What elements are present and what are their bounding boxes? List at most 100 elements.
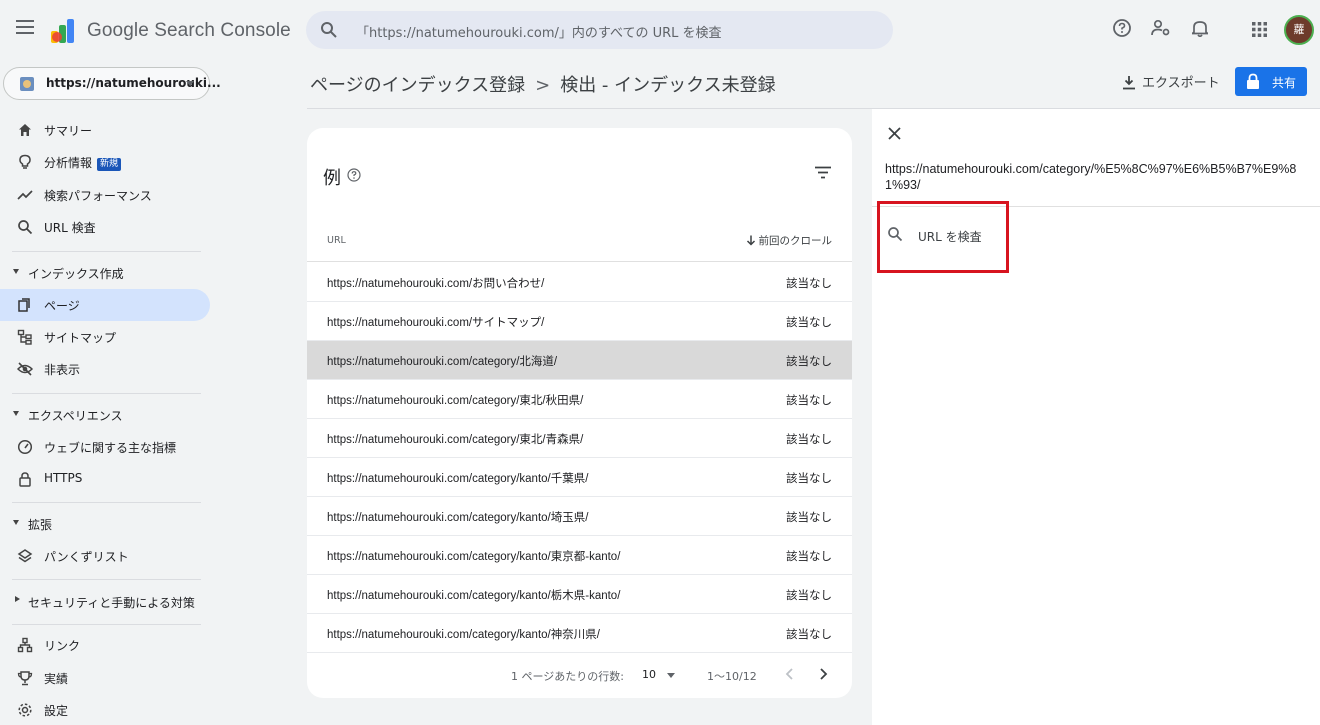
sidebar-section-enhancements[interactable]: 拡張 (0, 512, 210, 536)
table-row[interactable]: https://natumehourouki.com/category/kant… (307, 536, 852, 575)
rows-per-page-label: 1 ページあたりの行数: (511, 670, 624, 683)
row-crawl: 該当なし (786, 276, 832, 290)
row-url: https://natumehourouki.com/category/kant… (327, 512, 589, 524)
row-url: https://natumehourouki.com/category/kant… (327, 551, 621, 563)
home-icon (19, 124, 31, 136)
sidebar-item-label: パンくずリスト (44, 550, 129, 564)
column-last-crawl[interactable]: 前回のクロール (746, 233, 832, 248)
sidebar-item-insights[interactable]: 分析情報 新規 (0, 146, 210, 178)
close-icon[interactable] (888, 127, 901, 140)
search-icon (321, 22, 337, 38)
sitemap-icon (17, 329, 32, 345)
page-range: 1～10/12 (707, 670, 757, 683)
row-url: https://natumehourouki.com/category/東北/青… (327, 434, 584, 446)
sidebar-divider (12, 502, 201, 503)
search-console-logo-icon (51, 19, 74, 43)
hidden-eye-icon (17, 362, 33, 376)
pagination: 1 ページあたりの行数: 10 1～10/12 (307, 660, 852, 690)
property-selector[interactable]: https://natumehourouki... (3, 67, 221, 100)
column-url[interactable]: URL (327, 235, 346, 246)
sidebar-item-label: 検索パフォーマンス (44, 189, 152, 203)
sidebar-item-https[interactable]: HTTPS (0, 463, 210, 495)
table-row[interactable]: https://natumehourouki.com/お問い合わせ/該当なし (307, 263, 852, 302)
sidebar-item-breadcrumbs[interactable]: パンくずリスト (0, 540, 210, 572)
chevron-down-icon[interactable] (667, 673, 675, 678)
table-row[interactable]: https://natumehourouki.com/category/kant… (307, 614, 852, 653)
table-row[interactable]: https://natumehourouki.com/category/kant… (307, 458, 852, 497)
expand-arrow-icon (13, 520, 19, 525)
sidebar-item-label: 実績 (44, 672, 69, 686)
account-avatar[interactable]: 蘿 (1284, 15, 1314, 45)
chevron-left-icon[interactable] (785, 667, 795, 681)
search-placeholder: 「https://natumehourouki.com/」内のすべての URL … (356, 26, 722, 41)
chevron-right-icon[interactable] (818, 667, 828, 681)
manage-users-icon[interactable] (1151, 19, 1171, 37)
table-row[interactable]: https://natumehourouki.com/category/kant… (307, 575, 852, 614)
sidebar-item-summary[interactable]: サマリー (0, 114, 210, 146)
table-row[interactable]: https://natumehourouki.com/category/東北/青… (307, 419, 852, 458)
sidebar-item-sitemaps[interactable]: サイトマップ (0, 321, 210, 353)
inspect-url-button[interactable]: URL を検査 (877, 201, 1009, 273)
filter-icon[interactable] (815, 166, 831, 179)
section-label: セキュリティと手動による対策 (28, 596, 195, 610)
sidebar-item-label: HTTPS (44, 471, 83, 485)
sidebar-item-url-inspection[interactable]: URL 検査 (0, 211, 210, 243)
lightbulb-icon (19, 154, 31, 169)
url-inspect-search-bar[interactable]: 「https://natumehourouki.com/」内のすべての URL … (306, 11, 893, 49)
trophy-icon (17, 671, 33, 686)
table-row[interactable]: https://natumehourouki.com/サイトマップ/該当なし (307, 302, 852, 341)
row-url: https://natumehourouki.com/category/東北/秋… (327, 395, 584, 407)
breadcrumb: ページのインデックス登録 > 検出 - インデックス未登録 (310, 71, 776, 97)
inspect-url-label: URL を検査 (918, 230, 982, 244)
gear-icon (18, 703, 32, 717)
row-crawl: 該当なし (786, 627, 832, 641)
row-url: https://natumehourouki.com/お問い合わせ/ (327, 278, 545, 290)
section-label: エクスペリエンス (28, 409, 123, 423)
sidebar-item-label: ウェブに関する主な指標 (44, 441, 177, 455)
table-row-selected[interactable]: https://natumehourouki.com/category/北海道/… (307, 341, 852, 380)
export-button[interactable]: エクスポート (1122, 72, 1220, 91)
table-header: URL 前回のクロール (307, 224, 852, 262)
sidebar-divider (12, 579, 201, 580)
sidebar-section-indexing[interactable]: インデックス作成 (0, 261, 210, 285)
row-url: https://natumehourouki.com/サイトマップ/ (327, 317, 545, 329)
sidebar-section-experience[interactable]: エクスペリエンス (0, 403, 210, 427)
row-crawl: 該当なし (786, 549, 832, 563)
table-row[interactable]: https://natumehourouki.com/category/東北/秋… (307, 380, 852, 419)
new-badge: 新規 (97, 158, 122, 171)
row-url: https://natumehourouki.com/category/kant… (327, 473, 589, 485)
lock-icon (19, 472, 31, 487)
sidebar-item-links[interactable]: リンク (0, 629, 210, 661)
menu-icon[interactable] (16, 20, 34, 34)
pages-icon (18, 298, 30, 312)
row-url: https://natumehourouki.com/category/kant… (327, 629, 600, 641)
breadcrumb-root[interactable]: ページのインデックス登録 (310, 75, 525, 96)
sidebar-divider (12, 393, 201, 394)
row-crawl: 該当なし (786, 471, 832, 485)
share-button[interactable]: 共有 (1235, 67, 1307, 96)
help-icon[interactable] (1113, 19, 1131, 37)
help-circle-icon[interactable] (347, 168, 361, 182)
site-favicon (20, 77, 34, 91)
sidebar-item-label: URL 検査 (44, 221, 96, 235)
sidebar-item-label: サイトマップ (44, 331, 117, 345)
lock-icon (1247, 73, 1259, 89)
sidebar-item-removals[interactable]: 非表示 (0, 353, 210, 385)
notifications-bell-icon[interactable] (1192, 19, 1208, 37)
links-icon (17, 637, 33, 653)
sidebar-section-security[interactable]: セキュリティと手動による対策 (0, 590, 210, 614)
sidebar-item-pages[interactable]: ページ (0, 289, 210, 321)
search-icon (18, 220, 33, 235)
row-crawl: 該当なし (786, 510, 832, 524)
download-icon (1123, 76, 1135, 90)
sidebar-item-settings[interactable]: 設定 (0, 694, 210, 725)
apps-grid-icon[interactable] (1252, 22, 1267, 37)
table-row[interactable]: https://natumehourouki.com/category/kant… (307, 497, 852, 536)
rows-per-page-select[interactable]: 10 (642, 668, 656, 681)
export-label: エクスポート (1142, 76, 1220, 91)
sidebar-item-achievements[interactable]: 実績 (0, 662, 210, 694)
sidebar-item-core-web-vitals[interactable]: ウェブに関する主な指標 (0, 431, 210, 463)
chevron-down-icon (186, 81, 194, 86)
sidebar-item-performance[interactable]: 検索パフォーマンス (0, 179, 210, 211)
gauge-icon (17, 439, 33, 455)
